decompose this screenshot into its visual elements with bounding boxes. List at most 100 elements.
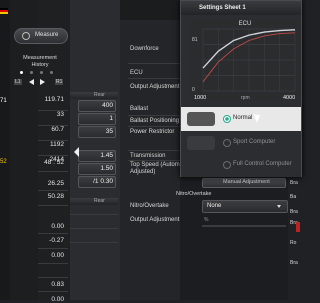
nitro-overtake-dropdown[interactable]: None: [202, 200, 288, 213]
ecu-chart: ECU 81 0 1000 rpm 4000: [191, 19, 299, 101]
page-dot-active: [20, 71, 23, 74]
measurement-value: 119.71: [44, 96, 64, 103]
measurement-value: 50.28: [47, 193, 64, 200]
page-dot: [40, 71, 43, 74]
y-tick-bottom: 0: [192, 87, 195, 93]
collapse-arrow-icon[interactable]: [74, 147, 79, 157]
divider: [38, 171, 68, 172]
percent-unit: %: [204, 217, 209, 223]
divider: [38, 140, 68, 141]
measurement-value: 60.7: [51, 126, 64, 133]
prev-arrow-icon[interactable]: [29, 79, 34, 85]
divider: [38, 125, 68, 126]
output-adjustment-2-label: Output Adjustment: [130, 217, 180, 223]
measurement-value: 0.00: [51, 252, 64, 259]
manual-adjustment-button[interactable]: Manual Adjustment: [202, 178, 286, 188]
l1-button[interactable]: L1: [14, 79, 22, 85]
rear-value: 1: [109, 115, 113, 122]
radio-icon: [223, 161, 231, 169]
chevron-down-icon: [277, 205, 281, 208]
next-arrow-icon[interactable]: [40, 79, 45, 85]
right-edge-label: Bra: [290, 209, 298, 215]
x-tick-right: 4000: [283, 95, 295, 101]
ecu-label: ECU: [130, 70, 143, 76]
measurement-value: 33: [56, 111, 64, 118]
chart-title: ECU: [239, 21, 252, 27]
rear-value: 1.45: [100, 152, 113, 159]
measurement-value: 26.25: [47, 180, 64, 187]
flag-icon: [0, 8, 8, 14]
ecu-option-full-control[interactable]: Full Control Computer: [181, 153, 301, 177]
right-edge-label: Bra: [290, 180, 298, 186]
divider: [70, 228, 118, 229]
ecu-option-label: Sport Computer: [233, 139, 276, 145]
divider: [38, 263, 68, 264]
ballast-positioning-label: Ballast Positioning: [130, 118, 180, 124]
rear-value-cell[interactable]: 1.50: [78, 163, 116, 175]
divider: [38, 110, 68, 111]
nitro-overtake-value: None: [207, 203, 222, 209]
ballast-label: Ballast: [130, 106, 149, 112]
ecu-option-sport[interactable]: Sport Computer: [181, 131, 301, 155]
nitro-section-header: Nitro/Overtake: [176, 191, 212, 197]
ecu-option-label: Normal: [233, 115, 253, 121]
rear-value-cell[interactable]: /1 0.30: [78, 176, 116, 188]
output-slider-track[interactable]: [202, 225, 286, 227]
car-thumbnail-icon: [187, 112, 215, 126]
rear-column-header: Rear: [94, 92, 105, 98]
rear-value: /1 0.30: [93, 178, 113, 185]
rear-value: 400: [102, 102, 113, 109]
nitro-overtake-label: Nitro/Overtake: [130, 203, 169, 209]
red-accent: [296, 222, 300, 232]
edge-value: 52: [0, 159, 7, 165]
power-restrictor-label: Power Restrictor: [130, 129, 175, 135]
measurement-history-title: Measurement History: [23, 55, 57, 68]
page-dot: [30, 71, 33, 74]
divider: [38, 205, 68, 206]
divider: [128, 115, 180, 116]
rear-value: 35: [105, 128, 113, 135]
popup-title: Settings Sheet 1: [199, 5, 246, 11]
y-tick-top: 81: [192, 37, 198, 43]
divider: [38, 190, 68, 191]
divider: [38, 233, 68, 234]
x-axis-label: rpm: [241, 95, 250, 101]
car-thumbnail-icon: [187, 136, 215, 150]
rear-values: 400 1 35 1.45 1.50 /1 0.30: [78, 100, 116, 190]
table-header-bar: Rear: [70, 92, 118, 99]
ecu-popup: Settings Sheet 1 ECU 81 0 1000 rpm 4000 …: [180, 0, 302, 177]
page-dot: [50, 71, 53, 74]
rear-value-cell[interactable]: 1: [78, 113, 116, 125]
rear-value-cell[interactable]: 1.45: [78, 150, 116, 162]
radio-selected-icon: [223, 115, 231, 123]
edge-value: 71: [0, 98, 7, 104]
left-edge-strip: [0, 0, 10, 300]
right-edge-label: Bra: [290, 260, 298, 266]
divider: [128, 63, 180, 64]
divider: [128, 126, 180, 127]
rear-value: 1.50: [100, 165, 113, 172]
measure-button[interactable]: Measure: [14, 28, 68, 44]
divider: [70, 242, 118, 243]
measurement-value: -0.27: [49, 237, 64, 244]
measurement-value: 48 : 52: [44, 159, 64, 166]
ecu-option-label: Full Control Computer: [233, 161, 292, 167]
radio-icon: [223, 139, 231, 147]
ecu-option-normal[interactable]: Normal: [181, 107, 301, 131]
rear-value-cell[interactable]: 400: [78, 100, 116, 112]
history-page-dots: [20, 71, 60, 75]
top-bar: [120, 0, 180, 20]
x-tick-left: 1000: [194, 95, 206, 101]
rear-column-header-2: Rear: [94, 198, 105, 204]
ecu-chart-svg: ECU 81 0 1000 rpm 4000: [192, 21, 296, 101]
rear-value-cell[interactable]: 35: [78, 126, 116, 138]
divider: [70, 214, 118, 215]
right-edge-label: Ro: [290, 240, 297, 246]
r1-button[interactable]: R1: [55, 79, 64, 85]
divider: [38, 277, 68, 278]
output-adjustment-label: Output Adjustment: [130, 84, 180, 90]
measure-button-label: Measure: [35, 32, 59, 38]
divider: [38, 155, 68, 156]
divider: [38, 248, 68, 249]
measurement-value: 0.00: [51, 223, 64, 230]
